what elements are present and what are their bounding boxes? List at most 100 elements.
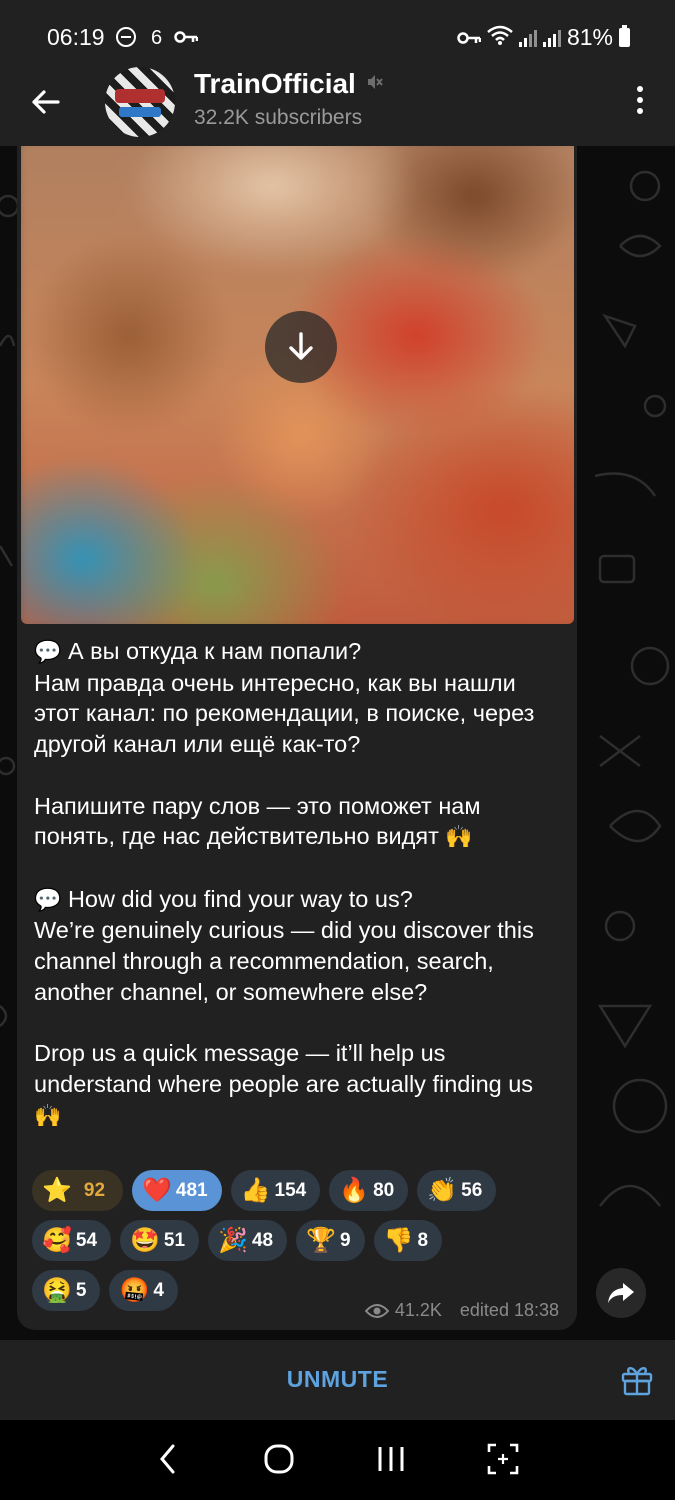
reaction-count: 481 xyxy=(175,1179,208,1201)
system-nav-bar xyxy=(0,1420,675,1500)
share-arrow-icon xyxy=(608,1283,634,1303)
muted-icon xyxy=(366,73,384,96)
reaction-trophy[interactable]: 🏆 9 xyxy=(296,1220,365,1261)
channel-name: TrainOfficial xyxy=(194,68,356,99)
party-popper-icon: 🎉 xyxy=(218,1226,248,1254)
p3-heading: How did you find your way to us? xyxy=(67,885,413,912)
p1-body: Нам правда очень интересно, как вы нашли… xyxy=(34,669,535,758)
bottom-bar: UNMUTE xyxy=(0,1340,675,1420)
chat-area[interactable]: 💬 А вы откуда к нам попали? Нам правда о… xyxy=(0,146,675,1340)
trophy-icon: 🏆 xyxy=(306,1226,336,1254)
back-button[interactable] xyxy=(26,82,66,122)
reaction-count: 80 xyxy=(373,1179,395,1201)
chevron-left-icon xyxy=(160,1444,175,1474)
smiling-face-hearts-icon: 🥰 xyxy=(42,1226,72,1254)
blurred-photo xyxy=(21,146,574,624)
unmute-button[interactable]: UNMUTE xyxy=(0,1366,675,1393)
arrow-left-icon xyxy=(32,90,60,114)
dnd-icon xyxy=(116,27,136,47)
nav-recents-button[interactable] xyxy=(376,1442,406,1481)
reaction-row-1: ⭐ 92 ❤️ 481 👍 154 🔥 80 👏 56 xyxy=(32,1170,562,1211)
reaction-count: 51 xyxy=(163,1229,186,1251)
reaction-count: 92 xyxy=(83,1179,106,1201)
reaction-party[interactable]: 🎉 48 xyxy=(208,1220,288,1261)
signal-icon-1 xyxy=(518,29,537,47)
p2-body: Напишите пару слов — это поможет нам пон… xyxy=(34,792,481,850)
reaction-thumbs-up[interactable]: 👍 154 xyxy=(230,1170,321,1211)
clapping-hands-icon: 👏 xyxy=(427,1176,458,1204)
eye-icon xyxy=(364,1303,389,1318)
reaction-star[interactable]: ⭐ 92 xyxy=(32,1170,124,1211)
raising-hands-icon: 🙌 xyxy=(34,1102,62,1128)
message-bubble[interactable]: 💬 А вы откуда к нам попали? Нам правда о… xyxy=(17,146,577,1330)
reaction-cursing[interactable]: 🤬 4 xyxy=(109,1270,178,1311)
p1-heading: А вы откуда к нам попали? xyxy=(67,638,362,664)
reaction-heart[interactable]: ❤️ 481 xyxy=(132,1170,222,1211)
more-menu-button[interactable] xyxy=(635,86,645,120)
speech-bubble-icon: 💬 xyxy=(34,639,62,664)
reaction-count: 154 xyxy=(274,1179,307,1201)
view-count: 41.2K xyxy=(394,1300,442,1320)
gift-button[interactable] xyxy=(620,1362,654,1396)
reaction-count: 54 xyxy=(75,1229,98,1251)
status-right: 81% xyxy=(457,24,630,51)
message-text: 💬 А вы откуда к нам попали? Нам правда о… xyxy=(34,636,564,1131)
battery-percent: 81% xyxy=(566,24,613,50)
reaction-row-2: 🥰 54 🤩 51 🎉 48 🏆 9 👎 8 xyxy=(32,1220,562,1261)
signal-icon-2 xyxy=(542,29,561,47)
nav-home-button[interactable] xyxy=(263,1442,295,1481)
vpn-key-icon xyxy=(457,24,482,51)
edited-time: edited 18:38 xyxy=(459,1300,559,1320)
thumbs-up-icon: 👍 xyxy=(240,1176,271,1204)
battery-icon xyxy=(619,25,630,47)
paragraph-4: Drop us a quick message — it’ll help us … xyxy=(34,1038,564,1131)
reaction-count: 48 xyxy=(251,1229,274,1251)
p4-body: Drop us a quick message — it’ll help us … xyxy=(34,1040,534,1097)
nav-back-button[interactable] xyxy=(155,1442,181,1481)
reaction-count: 8 xyxy=(417,1229,429,1251)
heart-icon: ❤️ xyxy=(142,1176,172,1204)
arrow-down-icon xyxy=(289,332,313,360)
paragraph-3: 💬 How did you find your way to us? We’re… xyxy=(34,884,564,1008)
reaction-count: 5 xyxy=(75,1279,87,1301)
message-meta: 41.2K edited 18:38 xyxy=(364,1300,559,1321)
cursing-face-icon: 🤬 xyxy=(119,1276,150,1304)
subscriber-count: 32.2K subscribers xyxy=(194,106,363,129)
reaction-count: 4 xyxy=(153,1279,164,1301)
reaction-count: 56 xyxy=(461,1179,483,1201)
channel-title-row[interactable]: TrainOfficial xyxy=(194,68,384,100)
paragraph-2: Напишите пару слов — это поможет нам пон… xyxy=(34,791,564,853)
nav-screenshot-button[interactable] xyxy=(486,1442,520,1481)
paragraph-1: 💬 А вы откуда к нам попали? Нам правда о… xyxy=(34,636,564,760)
channel-header: TrainOfficial 32.2K subscribers xyxy=(0,62,675,146)
top-area: 06:19 6 81% TrainOfficial 32.2K subscrib… xyxy=(0,0,675,146)
star-struck-icon: 🤩 xyxy=(130,1226,160,1254)
notification-count: 6 xyxy=(151,27,163,49)
reaction-smiling-hearts[interactable]: 🥰 54 xyxy=(32,1220,112,1261)
photo-preview[interactable] xyxy=(21,146,574,624)
reaction-fire[interactable]: 🔥 80 xyxy=(329,1170,409,1211)
reaction-count: 9 xyxy=(339,1229,351,1251)
reaction-thumbs-down[interactable]: 👎 8 xyxy=(373,1220,443,1261)
fire-icon: 🔥 xyxy=(339,1176,370,1204)
channel-avatar[interactable] xyxy=(105,67,175,137)
recents-icon xyxy=(378,1447,404,1471)
vomiting-face-icon: 🤮 xyxy=(42,1276,72,1304)
speech-bubble-icon: 💬 xyxy=(34,886,62,912)
key-icon xyxy=(174,28,199,49)
status-time: 06:19 xyxy=(47,24,105,50)
star-icon: ⭐ xyxy=(42,1176,72,1204)
wifi-icon xyxy=(487,24,513,51)
share-button[interactable] xyxy=(596,1268,646,1318)
gift-icon xyxy=(621,1367,653,1396)
home-circle-icon xyxy=(264,1444,294,1474)
reaction-clap[interactable]: 👏 56 xyxy=(417,1170,497,1211)
raising-hands-icon: 🙌 xyxy=(445,824,473,850)
reactions: ⭐ 92 ❤️ 481 👍 154 🔥 80 👏 56 🥰 54 🤩 51 🎉 … xyxy=(32,1170,562,1320)
reaction-vomit[interactable]: 🤮 5 xyxy=(32,1270,101,1311)
thumbs-down-icon: 👎 xyxy=(383,1226,414,1254)
download-button[interactable] xyxy=(265,311,337,383)
reaction-star-struck[interactable]: 🤩 51 xyxy=(120,1220,200,1261)
p3-body: We’re genuinely curious — did you discov… xyxy=(34,917,534,1005)
screen-capture-icon xyxy=(487,1443,519,1475)
